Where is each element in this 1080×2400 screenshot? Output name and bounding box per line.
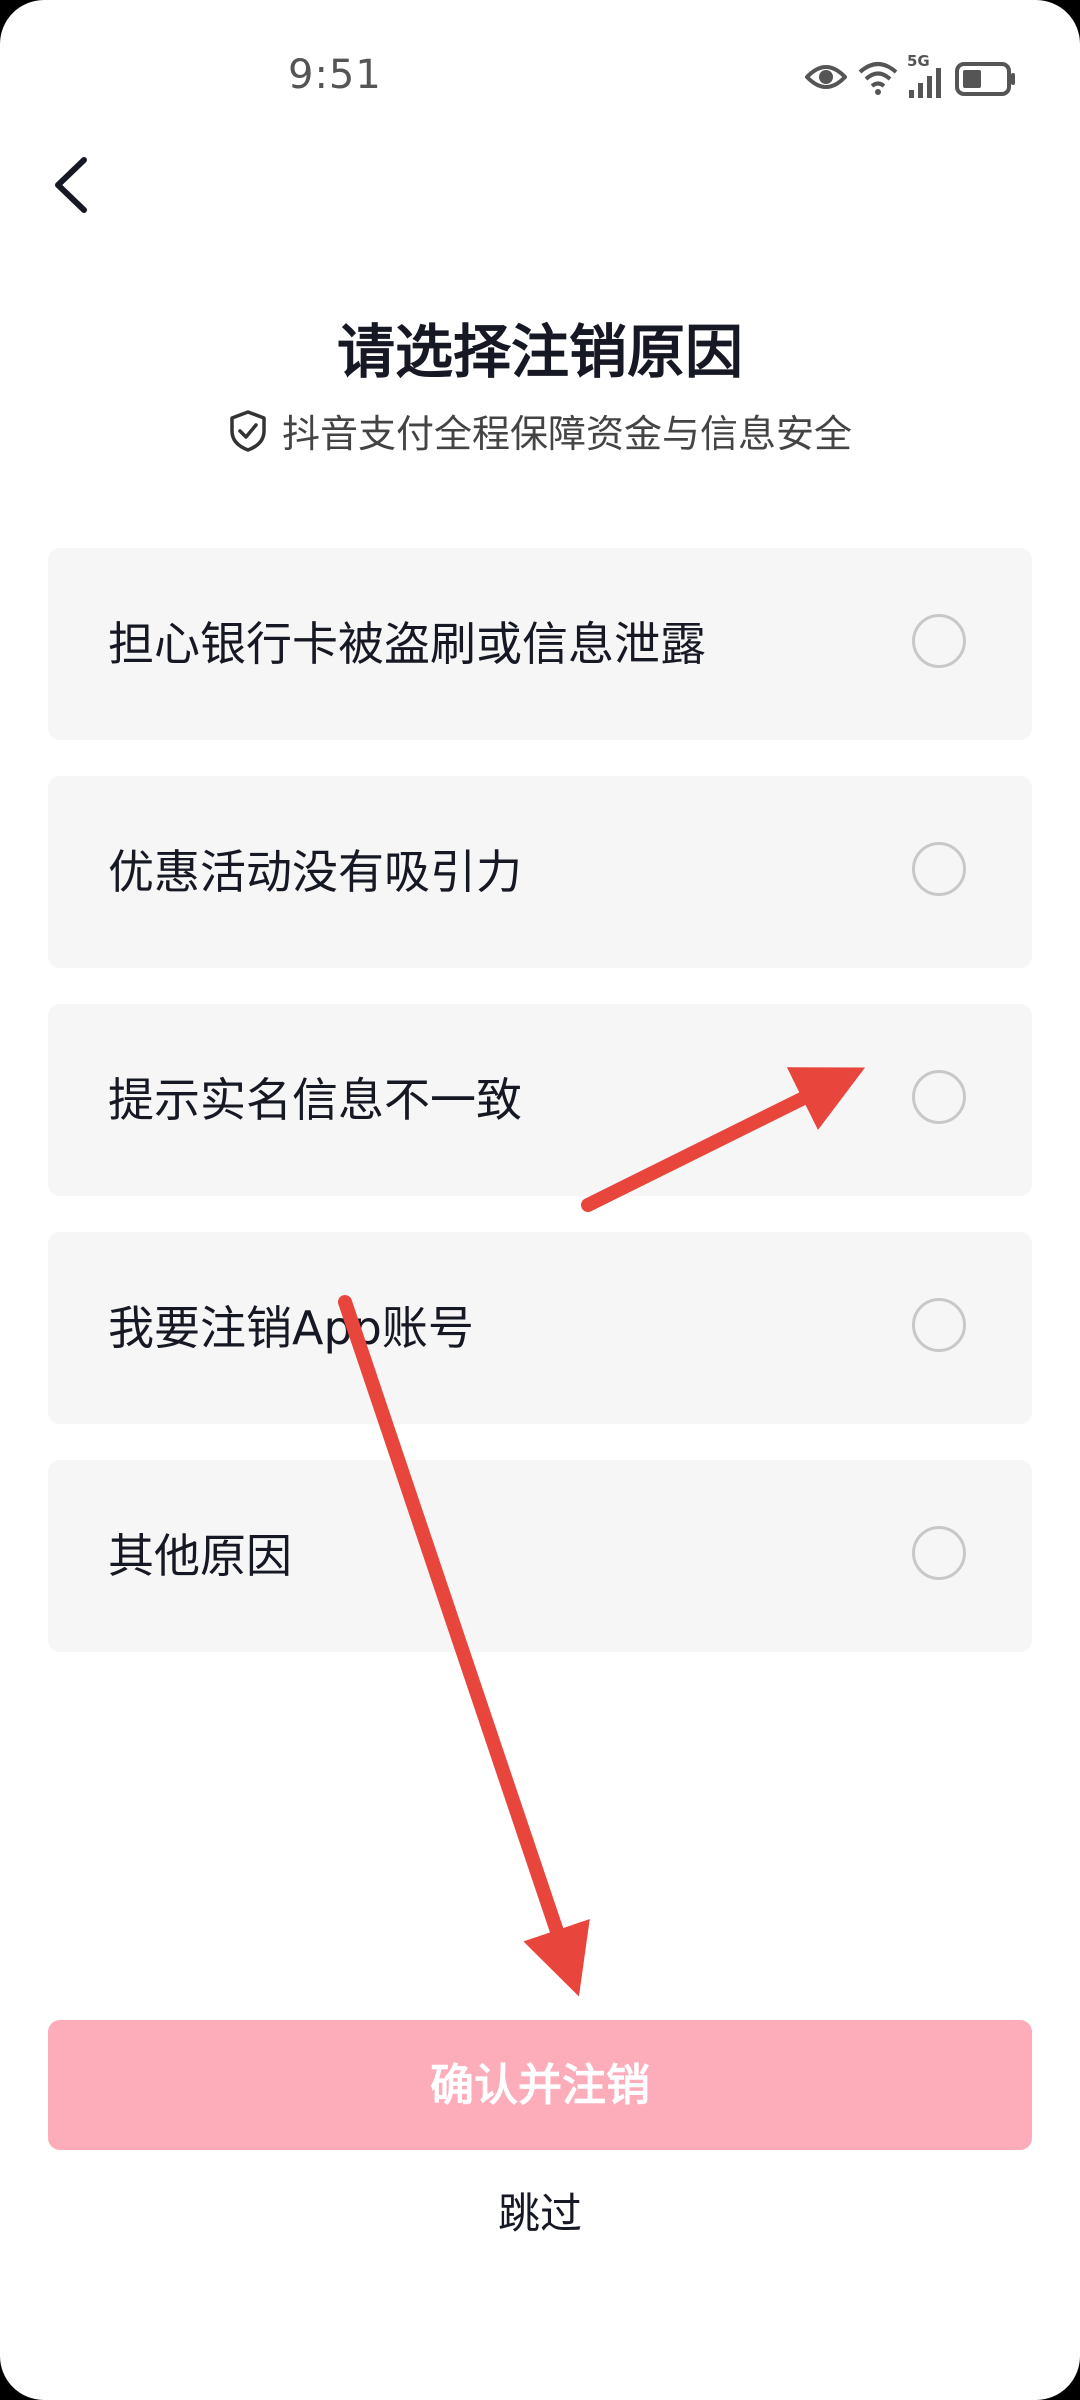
security-subtitle: 抖音支付全程保障资金与信息安全 (0, 403, 1080, 458)
page-title: 请选择注销原因 (336, 318, 743, 386)
option-label: 担心银行卡被盗刷或信息泄露 (108, 617, 706, 671)
screen: 9:51 5G 请选择注销原因 抖音支付全程保障资金与信息安全 担心银行卡被盗刷… (0, 0, 1080, 2400)
option-label: 提示实名信息不一致 (108, 1073, 522, 1127)
reason-option-2[interactable]: 优惠活动没有吸引力 (48, 776, 1032, 968)
radio-button[interactable] (912, 1070, 966, 1124)
reason-option-1[interactable]: 担心银行卡被盗刷或信息泄露 (48, 548, 1032, 740)
subtitle-text: 抖音支付全程保障资金与信息安全 (281, 412, 852, 456)
reason-option-3[interactable]: 提示实名信息不一致 (48, 1004, 1032, 1196)
eye-icon (805, 65, 847, 89)
reason-option-5[interactable]: 其他原因 (48, 1460, 1032, 1652)
chevron-left-icon (55, 157, 87, 213)
radio-button[interactable] (912, 1526, 966, 1580)
confirm-deregister-button[interactable]: 确认并注销 (48, 2020, 1032, 2150)
wifi-icon (858, 62, 898, 95)
skip-link[interactable]: 跳过 (0, 2180, 1080, 2241)
option-label: 优惠活动没有吸引力 (108, 845, 522, 899)
back-button[interactable] (44, 150, 104, 220)
option-label: 其他原因 (108, 1529, 292, 1583)
shield-check-icon (230, 409, 266, 452)
reason-option-4[interactable]: 我要注销App账号 (48, 1232, 1032, 1424)
radio-button[interactable] (912, 614, 966, 668)
battery-icon (955, 62, 1015, 96)
status-time: 9:51 (288, 52, 382, 98)
signal-icon (909, 68, 941, 98)
radio-button[interactable] (912, 842, 966, 896)
radio-button[interactable] (912, 1298, 966, 1352)
option-label: 我要注销App账号 (108, 1301, 474, 1355)
